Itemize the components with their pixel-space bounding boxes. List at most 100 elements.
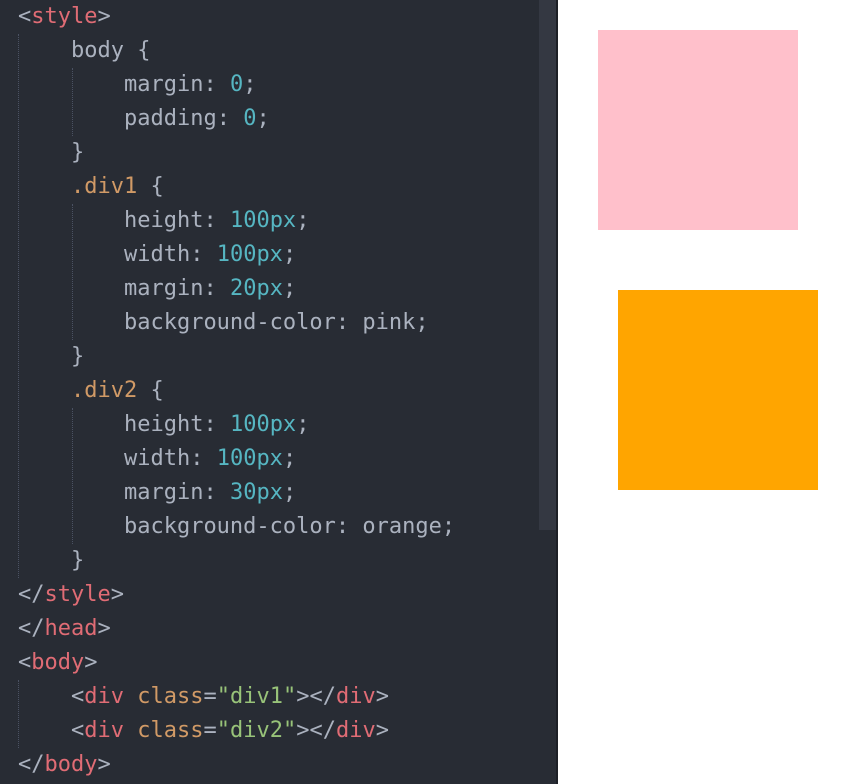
code-token: > — [84, 650, 98, 675]
code-line: <style> — [18, 0, 455, 34]
code-token: padding — [123, 106, 217, 131]
code-line: } — [18, 340, 455, 374]
div1-pink-box — [598, 30, 798, 230]
code-token: div — [84, 684, 124, 709]
editor-scrollbar[interactable] — [539, 0, 556, 530]
code-token: 100px — [216, 242, 283, 267]
code-token: ></ — [296, 718, 336, 743]
code-line: margin: 20px; — [18, 272, 455, 306]
div2-orange-box — [618, 290, 818, 490]
code-line: </body> — [18, 748, 455, 782]
code-token: ; — [441, 514, 456, 539]
code-line: </head> — [18, 612, 455, 646]
code-token: width — [123, 242, 191, 267]
code-line: padding: 0; — [18, 102, 455, 136]
code-token: ; — [282, 446, 297, 471]
code-token: div — [335, 718, 376, 743]
code-token: } — [70, 140, 85, 165]
code-token: pink — [362, 310, 416, 335]
code-token: body — [31, 650, 85, 675]
code-token: : — [335, 310, 363, 335]
code-line: .div1 { — [18, 170, 455, 204]
code-token: : — [190, 446, 217, 471]
code-token: style — [31, 4, 98, 29]
code-token: 0 — [243, 106, 257, 131]
code-token: class — [137, 718, 204, 743]
code-token: head — [44, 616, 98, 641]
code-token: body — [70, 38, 124, 63]
code-token: .div2 — [70, 378, 138, 403]
code-token: ; — [282, 276, 297, 301]
code-editor[interactable]: <style> body { margin: 0; padding: 0; } … — [0, 0, 556, 784]
code-token: .div1 — [70, 174, 138, 199]
code-token: ; — [243, 72, 257, 97]
code-token: margin — [123, 276, 204, 301]
code-token: 30px — [229, 480, 283, 505]
code-token: ; — [282, 480, 297, 505]
code-token: > — [97, 616, 111, 641]
code-token: : — [203, 480, 230, 505]
code-token: > — [110, 582, 124, 607]
code-token: { — [123, 38, 151, 63]
code-token: : — [190, 242, 217, 267]
code-token: div — [335, 684, 376, 709]
code-token: : — [216, 106, 244, 131]
code-line: margin: 30px; — [18, 476, 455, 510]
code-token: orange — [362, 514, 442, 539]
code-token: = — [203, 684, 217, 709]
code-token: < — [70, 718, 85, 743]
code-token: ></ — [296, 684, 336, 709]
code-token: </ — [18, 752, 45, 777]
code-token: } — [70, 548, 85, 573]
code-token: > — [97, 4, 111, 29]
code-line: background-color: orange; — [18, 510, 455, 544]
code-line: <body> — [18, 646, 455, 680]
code-token: : — [203, 276, 230, 301]
code-token: background-color — [123, 514, 336, 539]
code-token: 20px — [229, 276, 283, 301]
code-token: margin — [123, 480, 204, 505]
code-token: > — [375, 684, 389, 709]
code-line: .div2 { — [18, 374, 455, 408]
code-token: "div2" — [216, 718, 297, 743]
code-line: height: 100px; — [18, 204, 455, 238]
code-line: body { — [18, 34, 455, 68]
code-token: style — [44, 582, 111, 607]
code-line: background-color: pink; — [18, 306, 455, 340]
code-token: body — [44, 752, 98, 777]
code-token: class — [137, 684, 204, 709]
code-token: height — [123, 208, 204, 233]
code-token: </ — [18, 616, 45, 641]
code-token: < — [70, 684, 85, 709]
code-token: { — [137, 174, 164, 199]
code-token: margin — [123, 72, 204, 97]
code-token: : — [335, 514, 363, 539]
code-token: ; — [296, 412, 310, 437]
code-line: } — [18, 544, 455, 578]
code-token: 0 — [229, 72, 244, 97]
code-token: < — [18, 4, 32, 29]
code-line: height: 100px; — [18, 408, 455, 442]
code-token: 100px — [229, 208, 297, 233]
code-token: : — [203, 412, 230, 437]
code-token: : — [203, 208, 230, 233]
code-token: = — [203, 718, 217, 743]
code-token: ; — [296, 208, 310, 233]
code-token: </ — [18, 582, 45, 607]
code-token: < — [18, 650, 32, 675]
code-token: div — [84, 718, 124, 743]
code-content[interactable]: <style> body { margin: 0; padding: 0; } … — [18, 0, 455, 782]
